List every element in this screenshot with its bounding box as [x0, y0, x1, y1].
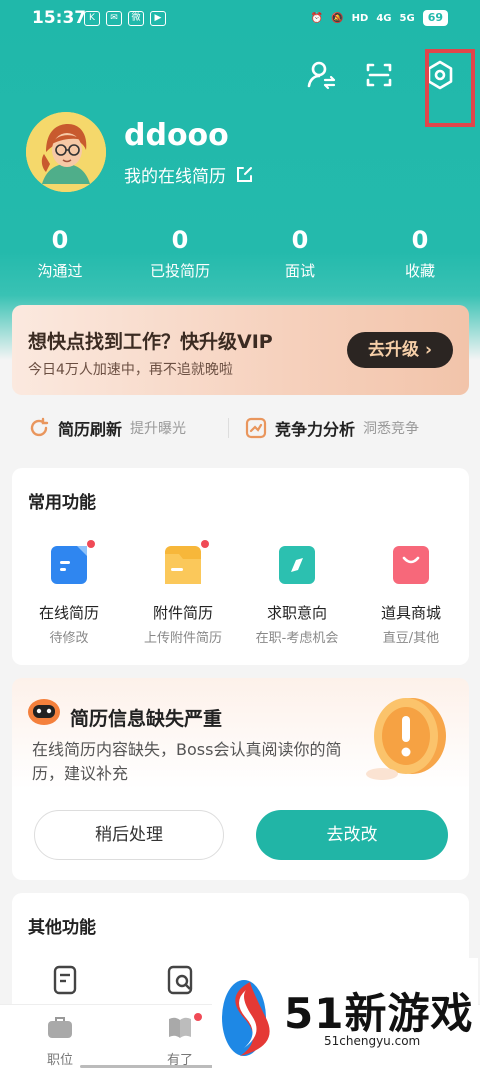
competitiveness-analysis[interactable]: 竞争力分析 洞悉竞争 [245, 416, 419, 440]
divider [228, 418, 230, 438]
watermark-url: 51chengyu.com [324, 1034, 421, 1048]
online-resume-link[interactable]: 我的在线简历 [124, 162, 254, 187]
upgrade-button-label: 去升级 [368, 340, 420, 360]
vip-subtitle: 今日4万人加速中，再不追就晚啦 [28, 362, 233, 378]
home-indicator [80, 1065, 220, 1068]
battery-indicator: 69 [422, 10, 448, 26]
feature-name: 附件简历 [152, 604, 213, 622]
chart-icon [245, 417, 267, 439]
upgrade-button[interactable]: 去升级 › [347, 332, 453, 368]
notes-icon[interactable] [52, 965, 80, 995]
network-4g: 4G [376, 12, 392, 24]
stat-label: 面试 [284, 262, 315, 280]
site-watermark: 51新游戏 51chengyu.com [212, 958, 478, 1070]
search-document-icon[interactable] [166, 965, 196, 995]
feature-desc: 待修改 [49, 631, 89, 646]
warning-body: 在线简历内容缺失，Boss会认真阅读你的简历，建议补充 [32, 740, 342, 783]
briefcase-icon [48, 1017, 72, 1038]
stat-number: 0 [51, 226, 69, 254]
resume-warning-card: 简历信息缺失严重 在线简历内容缺失，Boss会认真阅读你的简历，建议补充 稍后处… [12, 678, 469, 880]
folder-shape [165, 554, 201, 584]
switch-identity-icon[interactable] [302, 56, 340, 94]
other-functions-title: 其他功能 [28, 918, 96, 938]
resume-refresh-label: 简历刷新 [58, 420, 123, 439]
tab-jobs[interactable]: 职位 [30, 1015, 90, 1068]
competitiveness-hint: 洞悉竞争 [363, 421, 420, 437]
badge-dot [201, 540, 209, 548]
stat-number: 0 [171, 226, 189, 254]
weibo-icon: 微 [128, 11, 144, 26]
stat-label: 收藏 [404, 262, 435, 280]
status-bar: 15:37 K ✉ 微 ▶ ⏰ 🔕 HD 4G 5G 69 [0, 8, 480, 32]
tab-youle[interactable]: 有了 [150, 1013, 210, 1068]
document-icon [60, 546, 87, 571]
refresh-icon [30, 417, 49, 437]
online-resume-icon [51, 540, 95, 584]
notification-icon-k: K [84, 11, 100, 26]
later-button[interactable]: 稍后处理 [34, 810, 224, 860]
bag-handle [402, 556, 420, 564]
status-time: 15:37 [32, 8, 87, 28]
warning-title: 简历信息缺失严重 [70, 708, 223, 730]
badge-dot [194, 1013, 202, 1021]
feature-online-resume[interactable]: 在线简历 待修改 [12, 540, 126, 646]
network-hd: HD [351, 12, 369, 24]
edit-resume-button[interactable]: 去改改 [256, 810, 448, 860]
network-5g: 5G [399, 12, 415, 24]
status-right: ⏰ 🔕 HD 4G 5G 69 [311, 10, 448, 26]
later-button-label: 稍后处理 [95, 825, 163, 845]
feature-job-intention[interactable]: 求职意向 在职-考虑机会 [240, 546, 354, 646]
feature-name: 道具商城 [380, 604, 441, 622]
competitiveness-label: 竞争力分析 [275, 420, 356, 439]
avatar-illustration [26, 112, 106, 192]
resume-refresh[interactable]: 简历刷新 提升曝光 [28, 416, 186, 440]
compass-icon [279, 546, 315, 584]
username: ddooo [124, 118, 229, 153]
feature-desc: 直豆/其他 [382, 631, 440, 646]
common-functions-title: 常用功能 [28, 493, 96, 513]
folder-icon [165, 540, 209, 584]
resume-refresh-hint: 提升曝光 [130, 421, 187, 437]
edit-icon [237, 166, 252, 182]
feature-name: 在线简历 [38, 604, 99, 622]
settings-highlight-box [425, 49, 475, 127]
stat-label: 沟通过 [37, 262, 83, 280]
stat-favorites[interactable]: 0 收藏 [360, 226, 480, 281]
feature-desc: 上传附件简历 [143, 631, 222, 646]
online-resume-label: 我的在线简历 [124, 167, 226, 187]
stat-label: 已投简历 [149, 262, 210, 280]
stat-interview[interactable]: 0 面试 [240, 226, 360, 281]
book-icon [169, 1017, 191, 1038]
watermark-title: 51新游戏 [284, 989, 474, 1038]
avatar[interactable] [26, 112, 106, 192]
feature-attachment-resume[interactable]: 附件简历 上传附件简历 [126, 540, 240, 646]
feature-name: 求职意向 [266, 604, 327, 622]
watermark-logo [222, 980, 270, 1056]
feature-item-shop[interactable]: 道具商城 直豆/其他 [354, 546, 468, 646]
mute-icon: 🔕 [331, 12, 344, 24]
vip-title: 想快点找到工作？快升级VIP [28, 331, 273, 353]
robot-icon [28, 699, 60, 725]
edit-resume-button-label: 去改改 [326, 825, 378, 845]
quick-actions: 简历刷新 提升曝光 竞争力分析 洞悉竞争 [12, 408, 469, 448]
mail-icon: ✉ [106, 11, 122, 26]
shopping-bag-icon [393, 546, 429, 584]
badge-dot [87, 540, 95, 548]
stat-number: 0 [411, 226, 429, 254]
alarm-icon: ⏰ [310, 12, 324, 24]
compass-needle [291, 558, 303, 572]
stat-applied[interactable]: 0 已投简历 [120, 226, 240, 281]
exclamation-coin-icon [366, 698, 446, 780]
video-icon: ▶ [150, 11, 166, 26]
common-functions-card: 常用功能 在线简历 待修改 附件简历 上传附件简历 求职意向 在职-考虑机会 道… [12, 468, 469, 665]
notification-icons: K ✉ 微 ▶ [84, 11, 166, 26]
scan-icon[interactable] [360, 56, 398, 94]
stats-row: 0 沟通过 0 已投简历 0 面试 0 收藏 [0, 226, 480, 286]
vip-banner[interactable]: 想快点找到工作？快升级VIP 今日4万人加速中，再不追就晚啦 去升级 › [12, 305, 469, 395]
stat-chatted[interactable]: 0 沟通过 [0, 226, 120, 281]
feature-desc: 在职-考虑机会 [255, 631, 339, 646]
stat-number: 0 [291, 226, 309, 254]
